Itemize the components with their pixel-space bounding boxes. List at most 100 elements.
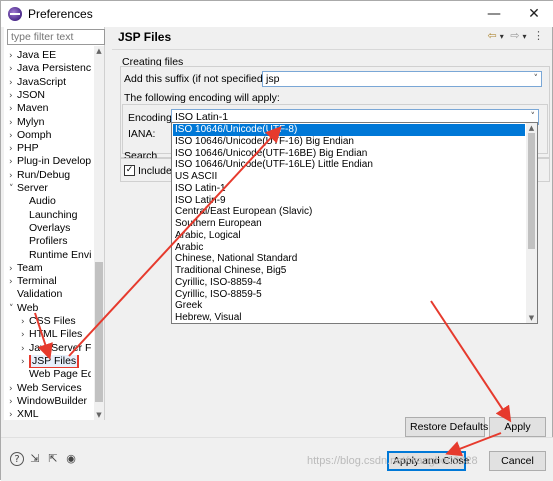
dropdown-option[interactable]: US ASCII — [173, 171, 525, 183]
chevron-right-icon[interactable]: › — [9, 383, 17, 395]
dropdown-option[interactable]: Traditional Chinese, Big5 — [173, 265, 525, 277]
tree-item[interactable]: Audio — [21, 195, 56, 208]
chevron-right-icon[interactable]: › — [9, 50, 17, 62]
tree-item[interactable]: › JSON — [9, 89, 45, 102]
dropdown-option[interactable]: ISO 10646/Unicode(UTF-16LE) Little Endia… — [173, 159, 525, 171]
scroll-down-icon[interactable]: ▼ — [526, 313, 537, 323]
chevron-right-icon[interactable]: › — [21, 329, 29, 341]
chevron-right-icon[interactable]: › — [9, 263, 17, 275]
chevron-right-icon[interactable]: › — [21, 343, 29, 355]
scroll-up-icon[interactable]: ▲ — [94, 46, 104, 56]
tree-item[interactable]: › Web Services — [9, 382, 82, 395]
tree-item[interactable]: › JavaScript — [9, 76, 66, 89]
scroll-down-icon[interactable]: ▼ — [94, 410, 104, 420]
chevron-right-icon[interactable]: › — [9, 117, 17, 129]
apply-button[interactable]: Apply — [489, 417, 546, 437]
back-icon[interactable]: ⇦ — [488, 29, 497, 42]
dropdown-scrollbar[interactable]: ▲ ▼ — [526, 123, 537, 323]
tree-item-label: Overlays — [29, 221, 71, 234]
tree-item-label: Terminal — [17, 275, 57, 288]
minimize-button[interactable]: — — [479, 4, 509, 24]
tree-item[interactable]: Runtime Envir — [21, 249, 91, 262]
tree-item[interactable]: Overlays — [21, 222, 70, 235]
chevron-right-icon[interactable]: › — [9, 143, 17, 155]
tree-item-label: Audio — [29, 195, 56, 208]
chevron-right-icon[interactable]: › — [9, 103, 17, 115]
tree-item[interactable]: Launching — [21, 209, 77, 222]
tree-item[interactable]: › Java Persistence — [9, 62, 91, 75]
tree-item[interactable]: › XML — [9, 408, 39, 420]
tree-item[interactable]: › PHP — [9, 142, 39, 155]
help-icon[interactable]: ? — [10, 452, 24, 466]
chevron-right-icon[interactable]: › — [9, 90, 17, 102]
filter-input[interactable] — [7, 29, 105, 45]
chevron-right-icon[interactable]: › — [9, 156, 17, 168]
chevron-right-icon[interactable]: › — [9, 276, 17, 288]
tree-item[interactable]: › HTML Files — [21, 328, 82, 341]
tree-item[interactable]: › Terminal — [9, 275, 57, 288]
tree-item[interactable]: › CSS Files — [21, 315, 76, 328]
sidebar-scrollbar[interactable]: ▲ ▼ — [94, 46, 104, 420]
chevron-right-icon[interactable]: › — [9, 396, 17, 408]
tree-item-label: JavaServer Fac — [29, 341, 91, 354]
tree-item[interactable]: ˅ Server — [9, 182, 48, 195]
dropdown-option[interactable]: Greek — [173, 300, 525, 312]
tree-item[interactable]: Web Page Edi — [21, 368, 91, 381]
tree-item[interactable]: › JSP Files — [21, 354, 80, 368]
export-icon[interactable]: ⇱ — [46, 452, 60, 466]
dropdown-option[interactable]: Arabic — [173, 242, 525, 254]
tree-item[interactable]: › Team — [9, 262, 43, 275]
tree-item[interactable]: Profilers — [21, 235, 68, 248]
dropdown-option[interactable]: Southern European — [173, 218, 525, 230]
tree-item[interactable]: › Oomph — [9, 129, 51, 142]
encoding-dropdown-list[interactable]: ▲ ▼ ISO 10646/Unicode(UTF-8) ISO 10646/Un… — [171, 122, 538, 324]
import-icon[interactable]: ⇲ — [28, 452, 42, 466]
encoding-info-label: The following encoding will apply: — [124, 92, 280, 104]
tree-item[interactable]: ˅ Web — [9, 302, 38, 315]
tree-item-label: PHP — [17, 142, 39, 155]
dropdown-option[interactable]: ISO Latin-9 — [173, 195, 525, 207]
dropdown-option[interactable]: Arabic, Logical — [173, 230, 525, 242]
chevron-right-icon[interactable]: › — [9, 77, 17, 89]
tree-item[interactable]: Validation — [9, 288, 62, 301]
dropdown-scrollbar-thumb[interactable] — [528, 133, 535, 249]
suffix-combo[interactable]: jsp ˅ — [262, 71, 542, 87]
chevron-down-icon[interactable]: ˅ — [9, 303, 17, 315]
dropdown-option[interactable]: ISO 10646/Unicode(UTF-16BE) Big Endian — [173, 148, 525, 160]
dropdown-option[interactable]: Chinese, National Standard — [173, 253, 525, 265]
restore-defaults-button[interactable]: Restore Defaults — [405, 417, 488, 437]
tree-item[interactable]: ›Plug-in Developm — [9, 155, 91, 168]
tree-item[interactable]: › Java EE — [9, 49, 56, 62]
back-menu-icon[interactable]: ▾ — [500, 32, 504, 41]
dropdown-option[interactable]: Cyrillic, ISO-8859-5 — [173, 289, 525, 301]
oomph-icon[interactable]: ◉ — [64, 452, 78, 466]
forward-menu-icon[interactable]: ▾ — [522, 32, 526, 41]
chevron-right-icon[interactable]: › — [21, 356, 29, 368]
dropdown-option[interactable]: Central/East European (Slavic) — [173, 206, 525, 218]
close-button[interactable]: ✕ — [519, 4, 549, 24]
tree-item[interactable]: ›JavaServer Fac — [21, 342, 91, 355]
tree-item-label: Java Persistence — [17, 62, 91, 75]
tree-item[interactable]: › Mylyn — [9, 116, 44, 129]
dropdown-option[interactable]: ISO 10646/Unicode(UTF-16) Big Endian — [173, 136, 525, 148]
chevron-right-icon[interactable]: › — [9, 170, 17, 182]
chevron-right-icon[interactable]: › — [9, 130, 17, 142]
tree-item[interactable]: › WindowBuilder — [9, 395, 87, 408]
view-menu-icon[interactable]: ⋮ — [533, 29, 544, 42]
chevron-right-icon[interactable]: › — [21, 316, 29, 328]
scroll-up-icon[interactable]: ▲ — [526, 123, 537, 133]
chevron-down-icon[interactable]: ˅ — [9, 183, 17, 195]
dropdown-option[interactable]: ISO Latin-1 — [173, 183, 525, 195]
dropdown-option[interactable]: ISO 10646/Unicode(UTF-8) — [173, 124, 525, 136]
page-title: JSP Files — [118, 30, 172, 44]
tree-item[interactable]: › Maven — [9, 102, 49, 115]
chevron-right-icon[interactable]: › — [9, 63, 17, 75]
chevron-right-icon[interactable]: › — [9, 409, 17, 420]
forward-icon[interactable]: ⇨ — [510, 29, 519, 42]
dropdown-option[interactable]: Cyrillic, ISO-8859-4 — [173, 277, 525, 289]
dropdown-option[interactable]: Hebrew, Visual — [173, 312, 525, 323]
cancel-button[interactable]: Cancel — [489, 451, 546, 471]
tree-item[interactable]: › Run/Debug — [9, 169, 70, 182]
scrollbar-thumb[interactable] — [95, 262, 103, 402]
include-checkbox[interactable]: ✓ — [124, 165, 135, 176]
